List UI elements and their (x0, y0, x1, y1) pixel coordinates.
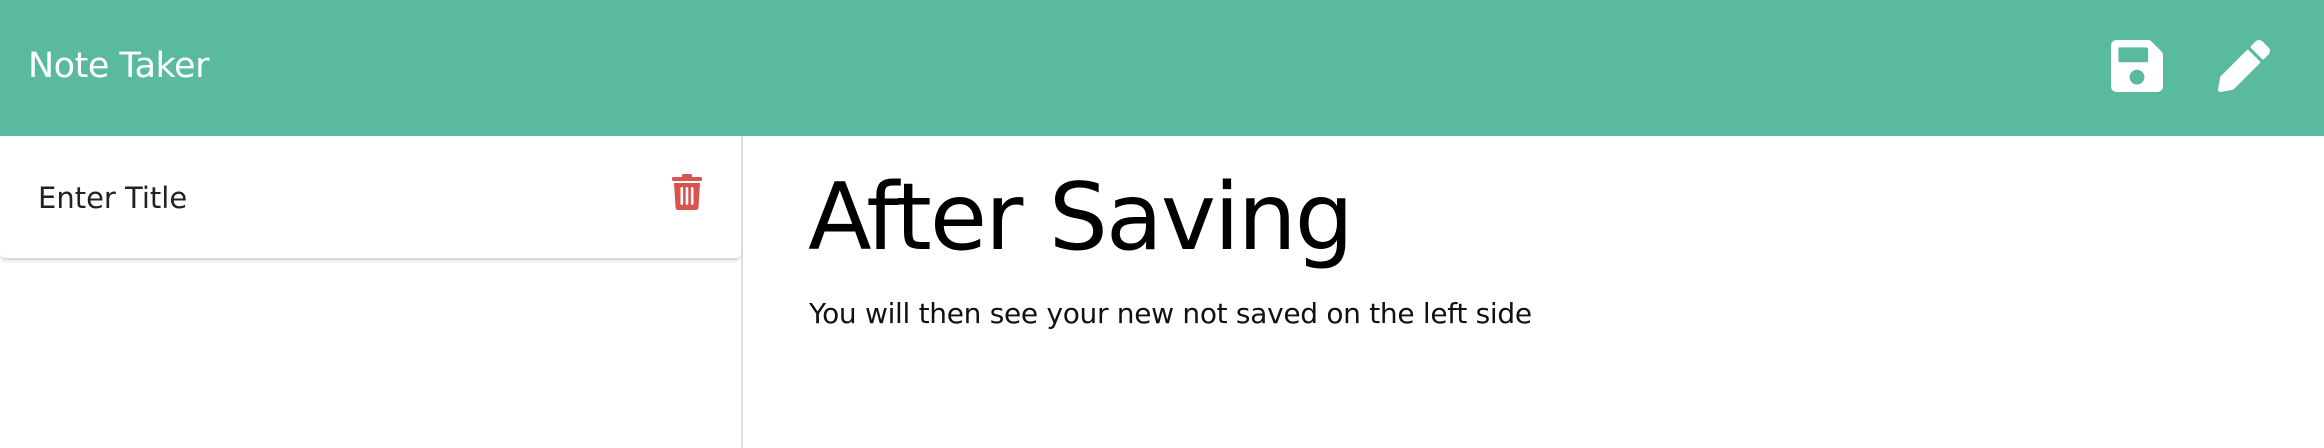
trash-icon[interactable] (671, 174, 703, 210)
navbar: Note Taker (0, 0, 2324, 136)
list-item[interactable]: Enter Title (0, 136, 741, 260)
note-title[interactable]: After Saving (808, 162, 1354, 272)
notes-sidebar: Enter Title (0, 136, 743, 448)
note-textarea[interactable]: You will then see your new not saved on … (809, 296, 1532, 332)
app-title[interactable]: Note Taker (28, 44, 209, 88)
note-editor: After Saving You will then see your new … (745, 136, 2324, 448)
pencil-icon[interactable] (2218, 40, 2270, 92)
note-list-title[interactable]: Enter Title (38, 180, 187, 216)
save-icon[interactable] (2111, 40, 2163, 92)
